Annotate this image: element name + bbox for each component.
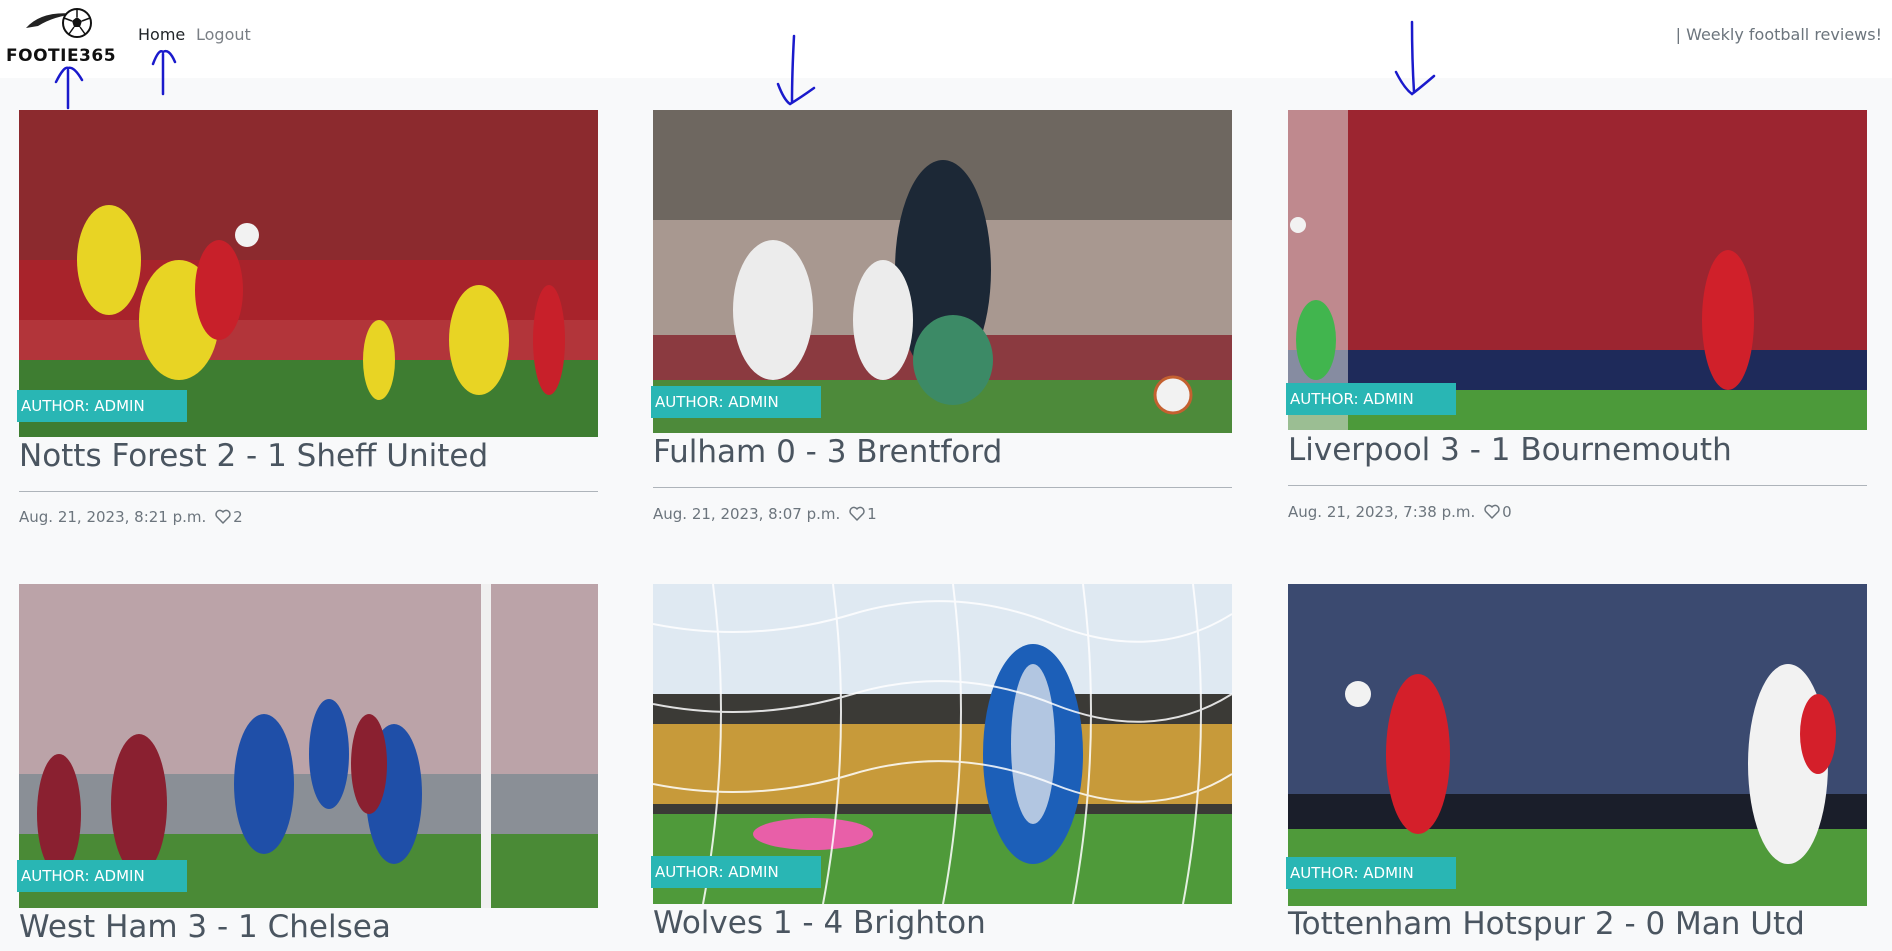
- post-meta: Aug. 21, 2023, 8:21 p.m. 2: [19, 508, 243, 526]
- post-title[interactable]: Wolves 1 - 4 Brighton: [653, 905, 986, 941]
- heart-icon[interactable]: [849, 506, 865, 521]
- author-badge: AUTHOR: ADMIN: [1286, 383, 1456, 415]
- title-divider: [19, 491, 598, 492]
- post-card[interactable]: AUTHOR: ADMIN Fulham 0 - 3 Brentford Aug…: [651, 110, 1232, 540]
- author-badge: AUTHOR: ADMIN: [651, 856, 821, 888]
- post-meta: Aug. 21, 2023, 7:38 p.m. 0: [1288, 503, 1512, 521]
- post-title[interactable]: Fulham 0 - 3 Brentford: [653, 434, 1002, 470]
- post-title[interactable]: West Ham 3 - 1 Chelsea: [19, 909, 391, 945]
- brand-logo[interactable]: FOOTIE365: [6, 6, 116, 68]
- nav-logout-link[interactable]: Logout: [196, 25, 251, 44]
- post-title[interactable]: Notts Forest 2 - 1 Sheff United: [19, 438, 488, 474]
- post-card[interactable]: AUTHOR: ADMIN Tottenham Hotspur 2 - 0 Ma…: [1286, 584, 1867, 951]
- like-count: 1: [867, 505, 877, 523]
- post-date: Aug. 21, 2023, 8:21 p.m.: [19, 508, 207, 526]
- post-card[interactable]: AUTHOR: ADMIN West Ham 3 - 1 Chelsea: [17, 584, 598, 951]
- post-title[interactable]: Liverpool 3 - 1 Bournemouth: [1288, 432, 1732, 468]
- title-divider: [653, 487, 1232, 488]
- author-badge: AUTHOR: ADMIN: [17, 860, 187, 892]
- like-count: 2: [233, 508, 243, 526]
- navbar: FOOTIE365 Home Logout | Weekly football …: [0, 0, 1892, 78]
- post-photo[interactable]: [1288, 110, 1867, 430]
- site-tagline: | Weekly football reviews!: [1675, 25, 1882, 44]
- post-photo[interactable]: [19, 110, 598, 437]
- author-badge: AUTHOR: ADMIN: [1286, 857, 1456, 889]
- hand-drawn-arrow-icon: [151, 49, 177, 96]
- post-card[interactable]: AUTHOR: ADMIN Wolves 1 - 4 Brighton: [651, 584, 1232, 951]
- hand-drawn-arrow-icon: [776, 34, 816, 106]
- post-card[interactable]: AUTHOR: ADMIN Notts Forest 2 - 1 Sheff U…: [17, 110, 598, 540]
- title-divider: [1288, 485, 1867, 486]
- author-badge: AUTHOR: ADMIN: [17, 390, 187, 422]
- post-date: Aug. 21, 2023, 7:38 p.m.: [1288, 503, 1476, 521]
- hand-drawn-arrow-icon: [1394, 20, 1436, 96]
- hand-drawn-arrow-icon: [54, 66, 84, 110]
- post-card[interactable]: AUTHOR: ADMIN Liverpool 3 - 1 Bournemout…: [1286, 110, 1867, 540]
- post-meta: Aug. 21, 2023, 8:07 p.m. 1: [653, 505, 877, 523]
- football-logo-icon: [26, 8, 92, 38]
- nav-home-link[interactable]: Home: [138, 25, 185, 44]
- like-count: 0: [1502, 503, 1512, 521]
- post-photo[interactable]: [653, 110, 1232, 433]
- heart-icon[interactable]: [1484, 504, 1500, 519]
- post-date: Aug. 21, 2023, 8:07 p.m.: [653, 505, 841, 523]
- author-badge: AUTHOR: ADMIN: [651, 386, 821, 418]
- heart-icon[interactable]: [215, 509, 231, 524]
- post-title[interactable]: Tottenham Hotspur 2 - 0 Man Utd: [1288, 906, 1805, 942]
